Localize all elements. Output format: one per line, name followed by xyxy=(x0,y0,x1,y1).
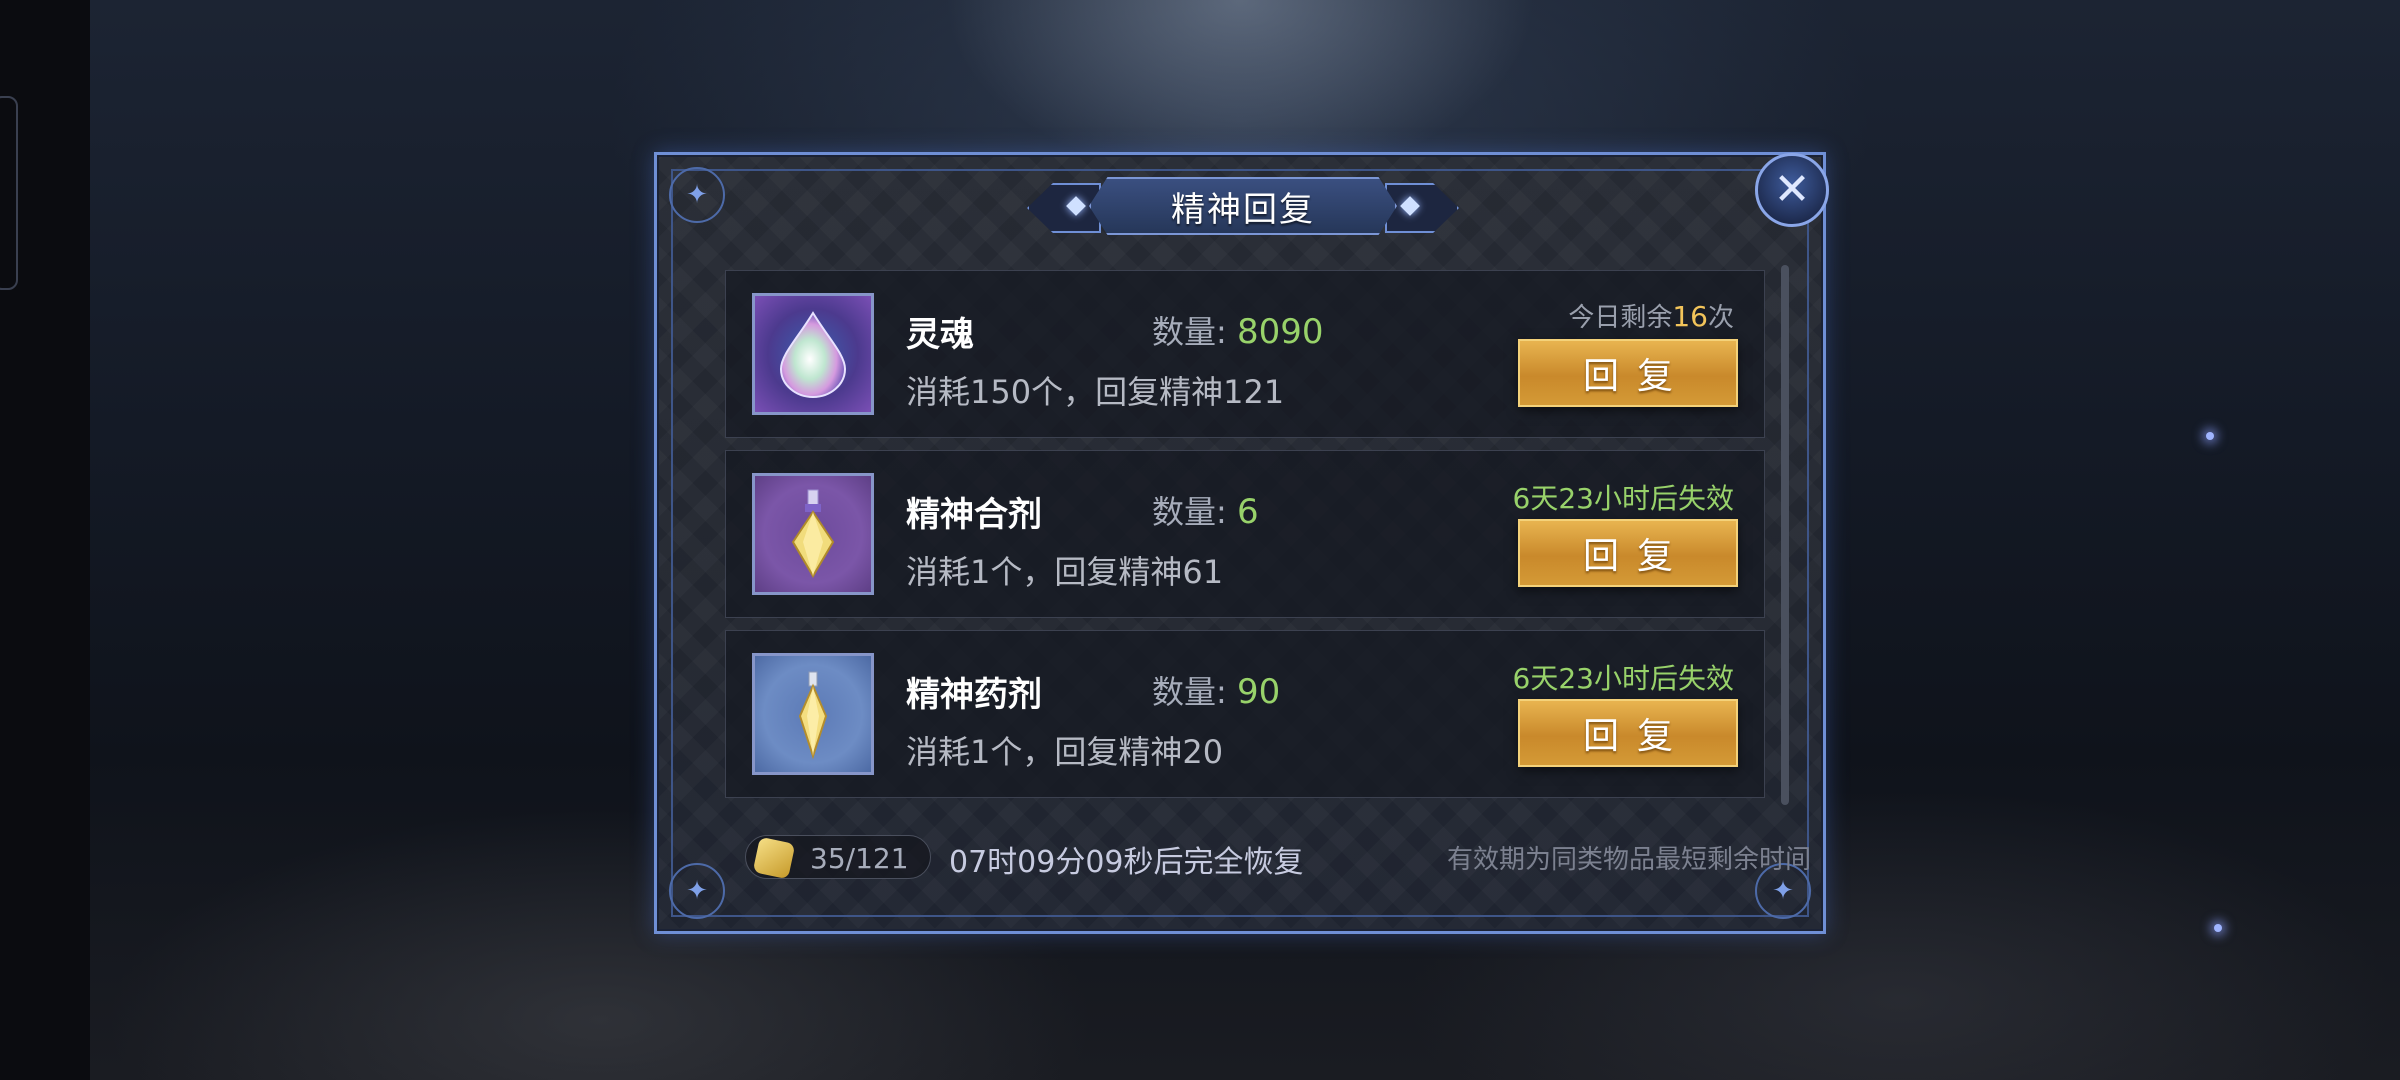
restore-button[interactable]: 回复 xyxy=(1518,519,1738,587)
spirit-potion-icon xyxy=(752,653,874,775)
restore-button[interactable]: 回复 xyxy=(1518,339,1738,407)
sparkle-decoration xyxy=(2206,432,2214,440)
item-quantity: 数量: 6 xyxy=(1152,492,1259,532)
close-button[interactable]: ✕ xyxy=(1755,153,1829,227)
item-name: 灵魂 xyxy=(906,315,974,355)
item-name: 精神药剂 xyxy=(906,675,1042,715)
dialog-footer: 35/121 07时09分09秒后完全恢复 有效期为同类物品最短剩余时间 xyxy=(745,833,1811,881)
title-wing-left xyxy=(1027,183,1101,233)
corner-ornament-icon: ✦ xyxy=(669,167,725,223)
spirit-meter: 35/121 xyxy=(745,835,931,880)
potion-vial-icon xyxy=(798,671,828,760)
item-name: 精神合剂 xyxy=(906,495,1042,535)
daily-remaining-label: 今日剩余16次 xyxy=(1568,300,1734,333)
expiry-hint: 有效期为同类物品最短剩余时间 xyxy=(1446,845,1811,875)
item-description: 消耗1个，回复精神61 xyxy=(906,553,1224,591)
spirit-value: 35/121 xyxy=(810,842,909,875)
expiry-label: 6天23小时后失效 xyxy=(1512,482,1734,515)
soul-crystal-icon xyxy=(752,293,874,415)
droplet-icon xyxy=(779,311,847,398)
item-quantity: 数量: 8090 xyxy=(1152,312,1324,352)
left-edge-panel xyxy=(0,0,90,1080)
restore-button[interactable]: 回复 xyxy=(1518,699,1738,767)
dialog-title: 精神回复 xyxy=(1171,189,1315,230)
item-quantity: 数量: 90 xyxy=(1152,672,1281,712)
corner-ornament-icon: ✦ xyxy=(669,863,725,919)
restore-item-list: 灵魂 数量: 8090 消耗150个，回复精神121 今日剩余16次 回复 精神… xyxy=(725,270,1765,810)
sparkle-decoration xyxy=(2214,924,2222,932)
close-icon: ✕ xyxy=(1773,164,1811,215)
full-recovery-timer: 07时09分09秒后完全恢复 xyxy=(949,845,1304,880)
spirit-mixture-icon xyxy=(752,473,874,595)
side-tab-handle[interactable] xyxy=(0,96,18,290)
list-item: 灵魂 数量: 8090 消耗150个，回复精神121 今日剩余16次 回复 xyxy=(725,270,1765,438)
title-wing-right xyxy=(1385,183,1459,233)
spirit-crystal-icon xyxy=(752,836,796,880)
spirit-restore-dialog: ✦ ✦ ✦ 精神回复 ✕ 灵魂 数量: 8090 消耗150个，回复精神121 … xyxy=(654,152,1829,934)
list-item: 精神药剂 数量: 90 消耗1个，回复精神20 6天23小时后失效 回复 xyxy=(725,630,1765,798)
potion-bottle-icon xyxy=(791,489,835,578)
list-item: 精神合剂 数量: 6 消耗1个，回复精神61 6天23小时后失效 回复 xyxy=(725,450,1765,618)
title-plate: 精神回复 xyxy=(1027,177,1459,235)
item-description: 消耗150个，回复精神121 xyxy=(906,373,1285,411)
expiry-label: 6天23小时后失效 xyxy=(1512,662,1734,695)
list-scrollbar[interactable] xyxy=(1781,265,1789,805)
item-description: 消耗1个，回复精神20 xyxy=(906,733,1224,771)
